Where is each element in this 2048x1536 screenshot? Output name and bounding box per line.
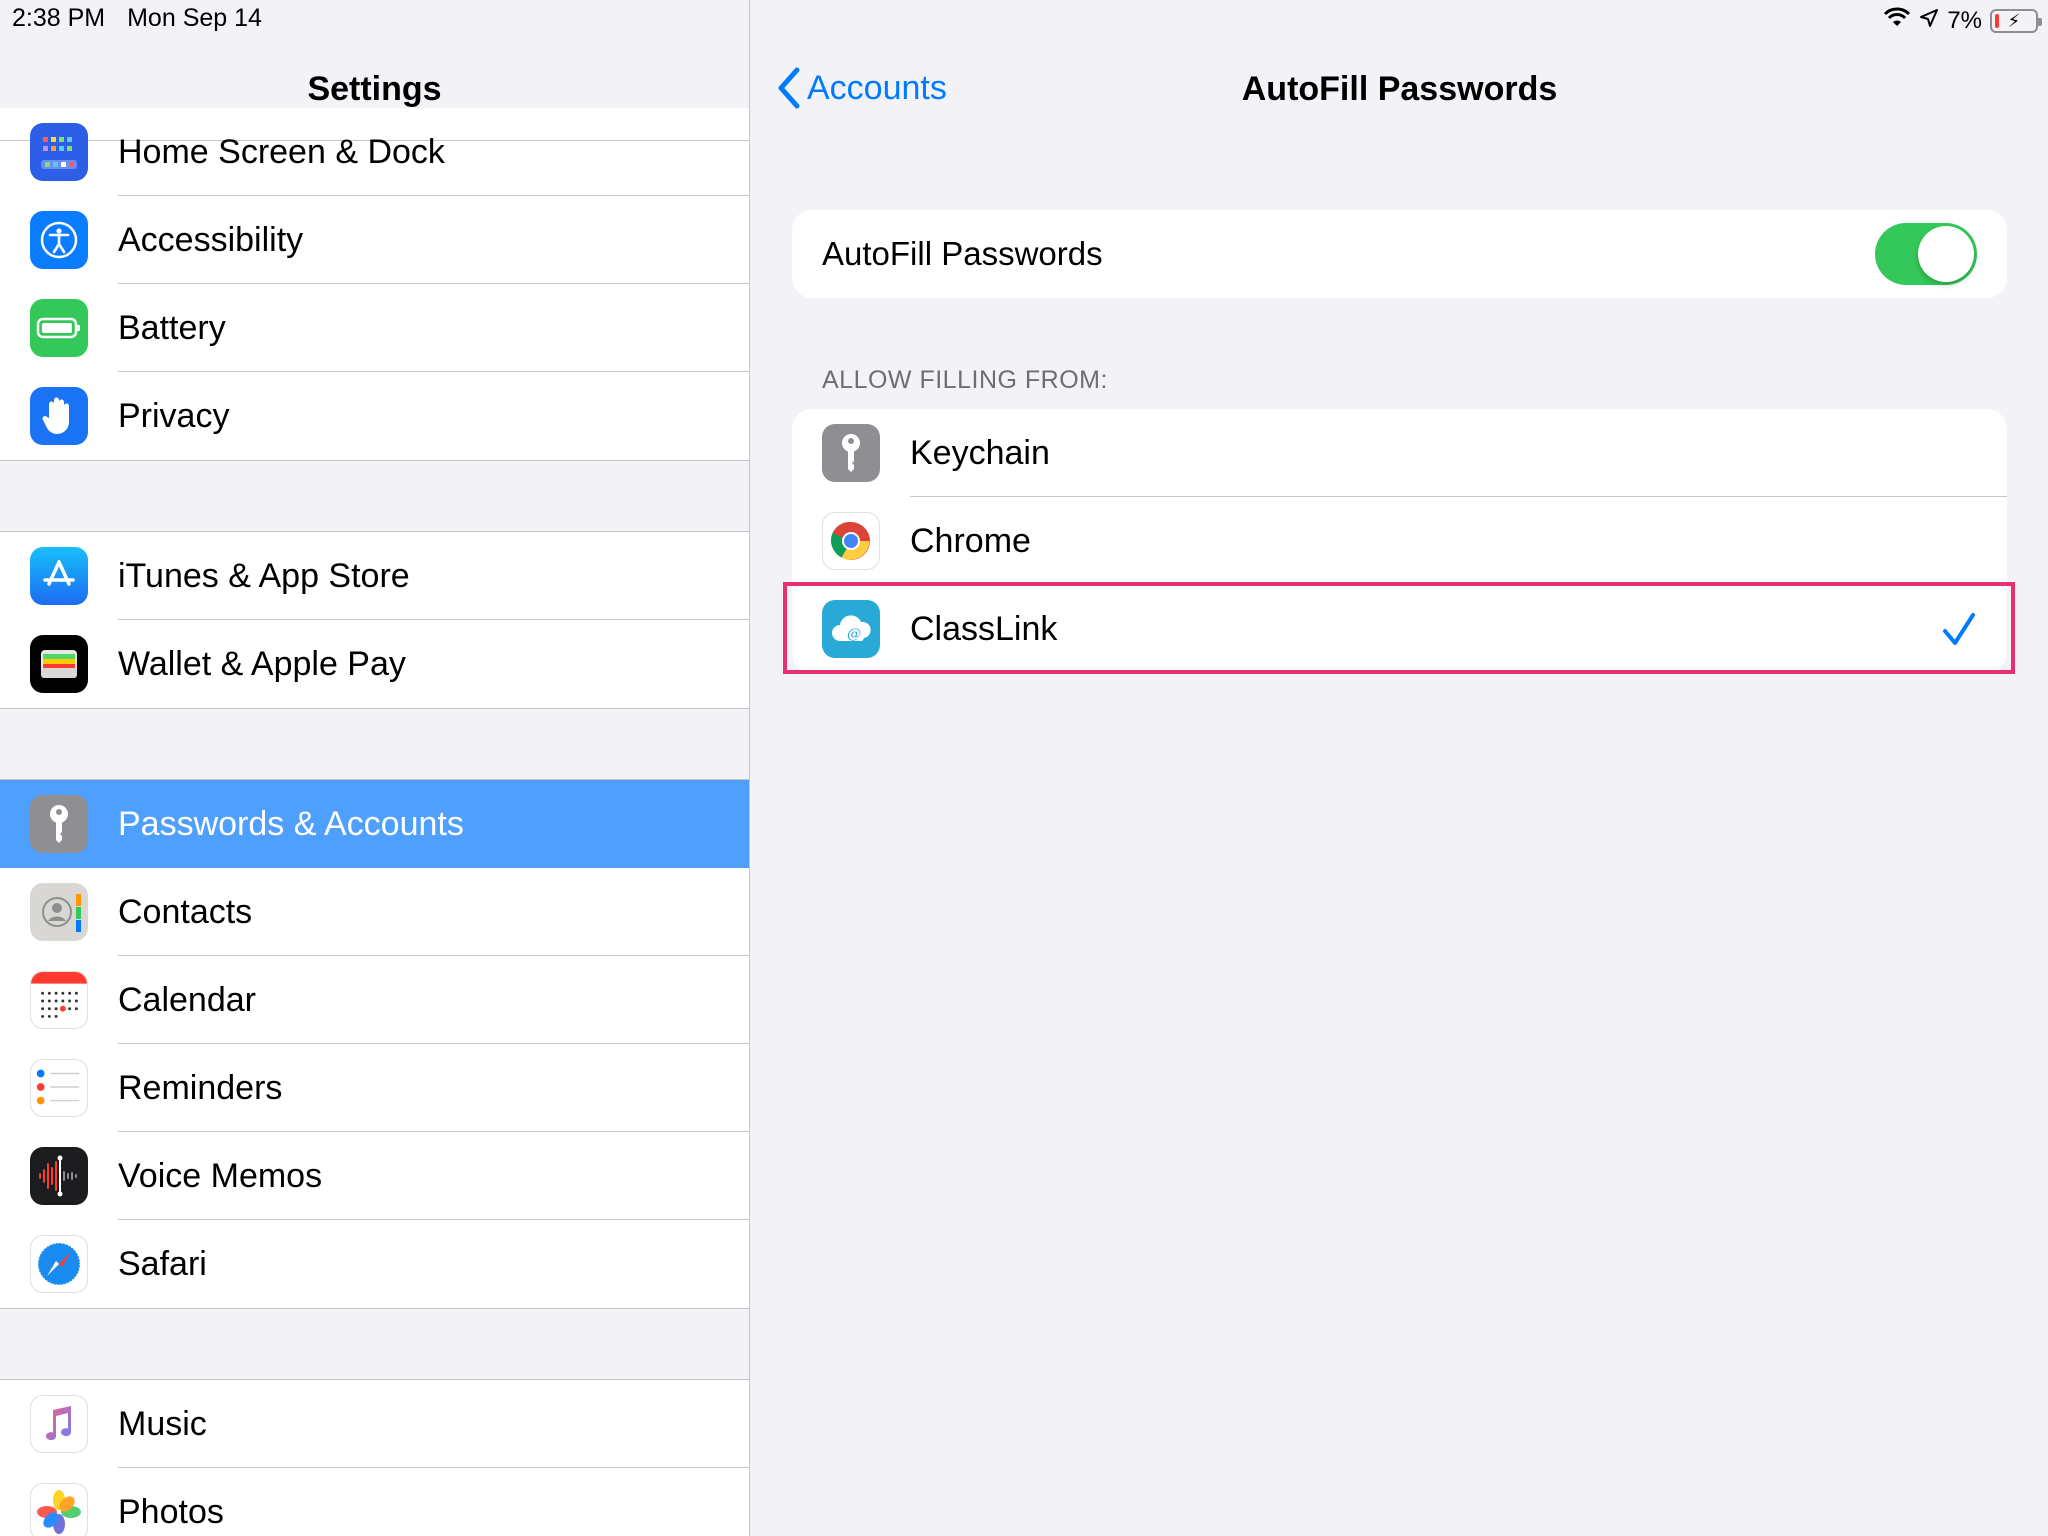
voice-memos-icon bbox=[30, 1147, 88, 1205]
sidebar-item-itunes-app-store[interactable]: iTunes & App Store bbox=[0, 532, 749, 620]
svg-text:@: @ bbox=[847, 626, 861, 642]
battery-icon bbox=[30, 299, 88, 357]
sidebar-item-accessibility[interactable]: Accessibility bbox=[0, 196, 749, 284]
autofill-toggle-row: AutoFill Passwords bbox=[792, 210, 2007, 298]
page-title: AutoFill Passwords bbox=[1241, 70, 1558, 108]
settings-sidebar: Settings Home Screen & Dock Accessibilit… bbox=[0, 0, 750, 1536]
wifi-icon bbox=[1883, 6, 1911, 35]
autofill-toggle-switch[interactable] bbox=[1875, 223, 1977, 285]
key-icon bbox=[30, 795, 88, 853]
sidebar-item-label: Calendar bbox=[118, 956, 749, 1044]
sidebar-group-4: Music Photos bbox=[0, 1379, 749, 1536]
sidebar-group-2: iTunes & App Store Wallet & Apple Pay bbox=[0, 531, 749, 709]
photos-icon bbox=[30, 1483, 88, 1536]
sidebar-item-label: Accessibility bbox=[118, 196, 749, 284]
autofill-sources-list: Keychain Chrome @ ClassLink bbox=[792, 409, 2007, 673]
list-item-keychain[interactable]: Keychain bbox=[792, 409, 2007, 497]
autofill-toggle-label: AutoFill Passwords bbox=[822, 235, 1103, 272]
hand-icon bbox=[30, 387, 88, 445]
sidebar-item-label: Passwords & Accounts bbox=[118, 805, 464, 843]
sidebar-item-reminders[interactable]: Reminders bbox=[0, 1044, 749, 1132]
accessibility-icon bbox=[30, 211, 88, 269]
sidebar-item-voice-memos[interactable]: Voice Memos bbox=[0, 1132, 749, 1220]
source-label: ClassLink bbox=[910, 610, 1058, 648]
reminders-icon bbox=[30, 1059, 88, 1117]
sidebar-item-passwords-accounts[interactable]: Passwords & Accounts bbox=[0, 780, 749, 868]
sidebar-item-label: Reminders bbox=[118, 1044, 749, 1132]
chrome-icon bbox=[822, 512, 880, 570]
sidebar-item-label: Home Screen & Dock bbox=[118, 108, 749, 196]
sidebar-item-label: Safari bbox=[118, 1245, 207, 1283]
contacts-icon bbox=[30, 883, 88, 941]
battery-charging-icon: ⚡ bbox=[1990, 8, 2042, 33]
sidebar-group-3: Passwords & Accounts Contacts Calendar R… bbox=[0, 779, 749, 1309]
sidebar-item-label: Wallet & Apple Pay bbox=[118, 645, 406, 683]
source-label: Chrome bbox=[910, 497, 2007, 585]
checkmark-icon bbox=[1943, 613, 1975, 645]
sidebar-item-label: Privacy bbox=[118, 397, 230, 435]
sidebar-item-calendar[interactable]: Calendar bbox=[0, 956, 749, 1044]
sidebar-item-label: Contacts bbox=[118, 868, 749, 956]
calendar-icon bbox=[30, 971, 88, 1029]
sidebar-item-music[interactable]: Music bbox=[0, 1380, 749, 1468]
sidebar-item-home-screen[interactable]: Home Screen & Dock bbox=[0, 108, 749, 196]
sidebar-group-1: Home Screen & Dock Accessibility Battery… bbox=[0, 108, 749, 461]
status-date: Mon Sep 14 bbox=[127, 4, 262, 32]
detail-pane: Accounts AutoFill Passwords AutoFill Pas… bbox=[751, 0, 2048, 1536]
location-icon bbox=[1919, 7, 1939, 35]
keychain-icon bbox=[822, 424, 880, 482]
music-icon bbox=[30, 1395, 88, 1453]
wallet-icon bbox=[30, 635, 88, 693]
sidebar-item-photos[interactable]: Photos bbox=[0, 1468, 749, 1536]
list-item-classlink[interactable]: @ ClassLink bbox=[792, 585, 2007, 673]
battery-percent: 7% bbox=[1947, 6, 1982, 34]
status-time: 2:38 PM bbox=[12, 4, 106, 32]
sidebar-title: Settings bbox=[307, 70, 442, 108]
sidebar-item-label: Voice Memos bbox=[118, 1132, 749, 1220]
sidebar-item-wallet[interactable]: Wallet & Apple Pay bbox=[0, 620, 749, 708]
sidebar-item-safari[interactable]: Safari bbox=[0, 1220, 749, 1308]
safari-icon bbox=[30, 1235, 88, 1293]
source-label: Keychain bbox=[910, 409, 2007, 497]
status-bar-right: 7% ⚡ bbox=[1883, 6, 2042, 35]
status-bar-left: 2:38 PM Mon Sep 14 bbox=[12, 4, 262, 33]
sidebar-item-label: iTunes & App Store bbox=[118, 532, 749, 620]
sidebar-item-label: Photos bbox=[118, 1493, 224, 1531]
list-item-chrome[interactable]: Chrome bbox=[792, 497, 2007, 585]
section-header: ALLOW FILLING FROM: bbox=[822, 366, 1108, 394]
sidebar-item-contacts[interactable]: Contacts bbox=[0, 868, 749, 956]
sidebar-item-privacy[interactable]: Privacy bbox=[0, 372, 749, 460]
classlink-icon: @ bbox=[822, 600, 880, 658]
home-screen-icon bbox=[30, 123, 88, 181]
sidebar-item-label: Battery bbox=[118, 284, 749, 372]
sidebar-item-label: Music bbox=[118, 1380, 749, 1468]
sidebar-item-battery[interactable]: Battery bbox=[0, 284, 749, 372]
app-store-icon bbox=[30, 547, 88, 605]
